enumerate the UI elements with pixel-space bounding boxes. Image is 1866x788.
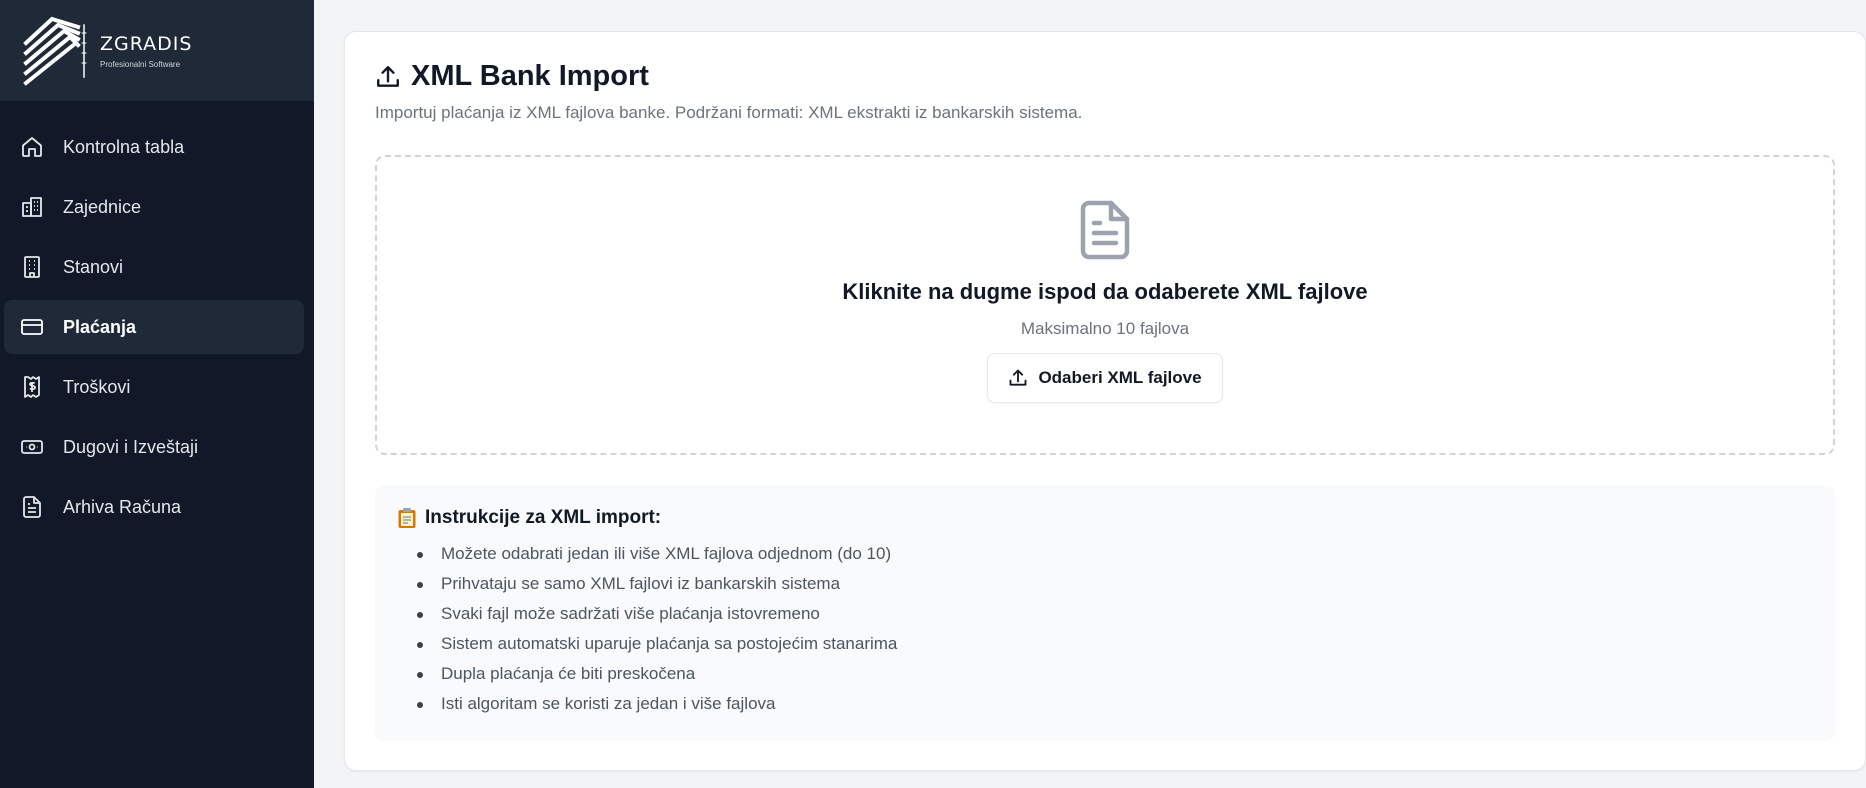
home-icon <box>20 135 44 159</box>
dropzone-title: Kliknite na dugme ispod da odaberete XML… <box>842 279 1368 304</box>
page-title: XML Bank Import <box>411 60 649 92</box>
list-item: Dupla plaćanja će biti preskočena <box>417 659 1813 689</box>
sidebar-item-troskovi[interactable]: Troškovi <box>4 360 304 414</box>
file-dropzone[interactable]: Kliknite na dugme ispod da odaberete XML… <box>375 155 1835 455</box>
sidebar-item-label: Troškovi <box>63 376 131 397</box>
clipboard-icon <box>398 508 416 528</box>
list-item: Svaki fajl može sadržati više plaćanja i… <box>417 599 1813 629</box>
sidebar-item-kontrolna-tabla[interactable]: Kontrolna tabla <box>4 120 304 174</box>
document-icon <box>20 495 44 519</box>
instructions-panel: Instrukcije za XML import: Možete odabra… <box>375 485 1835 741</box>
sidebar-item-placanja[interactable]: Plaćanja <box>4 300 304 354</box>
select-xml-files-label: Odaberi XML fajlove <box>1038 368 1202 387</box>
brand-tagline: Profesionalni Software <box>100 59 181 69</box>
page-header: XML Bank Import Importuj plaćanja iz XML… <box>375 60 1082 123</box>
credit-card-icon <box>20 315 44 339</box>
sidebar-item-zajednice[interactable]: Zajednice <box>4 180 304 234</box>
upload-icon <box>1010 369 1027 386</box>
receipt-icon <box>20 375 44 399</box>
apartment-icon <box>20 255 44 279</box>
sidebar-item-label: Dugovi i Izveštaji <box>63 436 199 457</box>
sidebar-item-label: Kontrolna tabla <box>63 136 185 157</box>
list-item: Sistem automatski uparuje plaćanja sa po… <box>417 629 1813 659</box>
sidebar-item-label: Plaćanja <box>63 316 137 337</box>
sidebar-item-label: Zajednice <box>63 196 142 217</box>
instructions-title: Instrukcije za XML import: <box>425 507 662 528</box>
dropzone-limit: Maksimalno 10 fajlova <box>1020 319 1190 338</box>
logo-area[interactable]: ZGRADIS Profesionalni Software <box>0 0 314 101</box>
list-item: Možete odabrati jedan ili više XML fajlo… <box>417 539 1813 569</box>
building-icon <box>20 195 44 219</box>
instructions-list: Možete odabrati jedan ili više XML fajlo… <box>397 539 1813 719</box>
upload-icon <box>377 65 399 87</box>
sidebar-item-dugovi-i-izvestaji[interactable]: Dugovi i Izveštaji <box>4 420 304 474</box>
list-item: Prihvataju se samo XML fajlovi iz bankar… <box>417 569 1813 599</box>
sidebar-item-label: Stanovi <box>63 256 124 277</box>
xml-import-card: XML Bank Import Importuj plaćanja iz XML… <box>344 31 1866 771</box>
sidebar-nav: Kontrolna tabla Zajednice Stanovi Plaćan… <box>0 101 314 534</box>
page-subtitle: Importuj plaćanja iz XML fajlova banke. … <box>375 103 1083 122</box>
sidebar-item-label: Arhiva Računa <box>63 496 182 517</box>
banknote-icon <box>20 435 44 459</box>
sidebar: ZGRADIS Profesionalni Software Kontrolna… <box>0 0 314 788</box>
brand-name: ZGRADIS <box>100 32 193 55</box>
file-icon <box>1080 200 1130 260</box>
logo-mark-icon <box>23 16 87 86</box>
sidebar-item-stanovi[interactable]: Stanovi <box>4 240 304 294</box>
list-item: Isti algoritam se koristi za jedan i viš… <box>417 689 1813 719</box>
sidebar-item-arhiva-racuna[interactable]: Arhiva Računa <box>4 480 304 534</box>
select-xml-files-button[interactable]: Odaberi XML fajlove <box>987 353 1223 403</box>
